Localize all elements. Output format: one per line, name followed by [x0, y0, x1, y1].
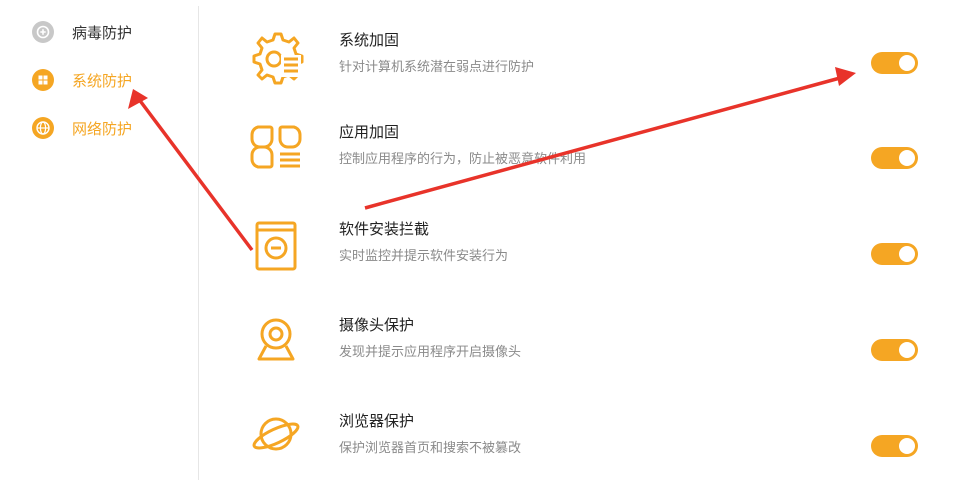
gear-shield-icon	[252, 32, 304, 85]
row-description: 针对计算机系统潜在弱点进行防护	[339, 60, 535, 75]
webcam-toggle[interactable]	[871, 339, 918, 361]
install-block-icon	[255, 221, 297, 271]
windows-icon	[32, 69, 54, 91]
sidebar: 病毒防护 系统防护 网络防护	[0, 0, 198, 486]
row-title: 浏览器保护	[339, 412, 415, 430]
protection-row-install-block: 软件安装拦截 实时监控并提示软件安装行为	[248, 218, 928, 288]
toggle-knob	[899, 342, 915, 358]
row-description: 发现并提示应用程序开启摄像头	[339, 345, 522, 360]
planet-icon	[252, 417, 300, 451]
toggle-knob	[899, 438, 915, 454]
row-description: 控制应用程序的行为，防止被恶意软件利用	[339, 152, 587, 167]
browser-protection-toggle[interactable]	[871, 435, 918, 457]
row-title: 软件安装拦截	[339, 220, 430, 238]
sidebar-item-network-protection[interactable]: 网络防护	[32, 114, 132, 142]
globe-icon	[32, 117, 54, 139]
apps-icon	[250, 125, 302, 169]
sidebar-item-label: 网络防护	[72, 119, 133, 138]
toggle-knob	[899, 55, 915, 71]
toggle-knob	[899, 246, 915, 262]
install-block-toggle[interactable]	[871, 243, 918, 265]
row-description: 保护浏览器首页和搜索不被篡改	[339, 441, 522, 456]
sidebar-item-virus-protection[interactable]: 病毒防护	[32, 18, 132, 46]
system-hardening-toggle[interactable]	[871, 52, 918, 74]
sidebar-item-label: 病毒防护	[72, 23, 133, 42]
protection-row-webcam: 摄像头保护 发现并提示应用程序开启摄像头	[248, 314, 928, 384]
row-title: 摄像头保护	[339, 316, 415, 334]
sidebar-item-label: 系统防护	[72, 71, 133, 90]
protection-row-browser: 浏览器保护 保护浏览器首页和搜索不被篡改	[248, 410, 928, 480]
toggle-knob	[899, 150, 915, 166]
app-hardening-toggle[interactable]	[871, 147, 918, 169]
sidebar-item-system-protection[interactable]: 系统防护	[32, 66, 132, 94]
row-title: 系统加固	[339, 31, 400, 49]
protection-row-app-hardening: 应用加固 控制应用程序的行为，防止被恶意软件利用	[248, 121, 928, 191]
row-description: 实时监控并提示软件安装行为	[339, 249, 509, 264]
plus-circle-icon	[32, 21, 54, 43]
webcam-icon	[257, 318, 295, 361]
protection-row-system-hardening: 系统加固 针对计算机系统潜在弱点进行防护	[248, 29, 928, 99]
row-title: 应用加固	[339, 123, 400, 141]
sidebar-divider	[198, 6, 199, 480]
